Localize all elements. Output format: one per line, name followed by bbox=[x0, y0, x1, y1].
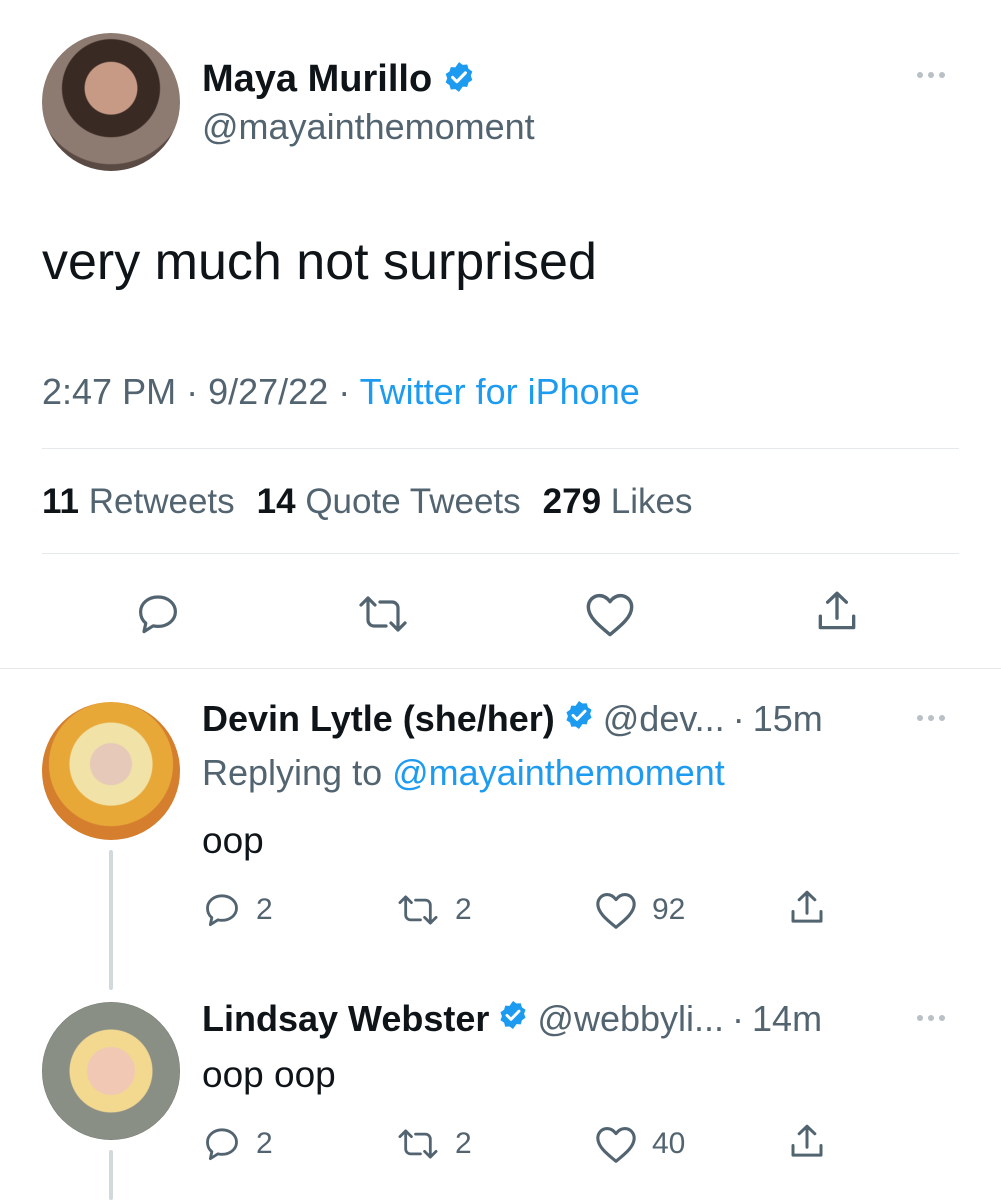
tweet-stats: 11 Retweets 14 Quote Tweets 279 Likes bbox=[42, 482, 693, 522]
retweet-count: 2 bbox=[455, 1127, 472, 1160]
replying-to-label: Replying to bbox=[202, 752, 383, 793]
thread-line bbox=[109, 1150, 113, 1200]
likes-stat[interactable]: 279 Likes bbox=[543, 482, 693, 522]
reply-icon[interactable] bbox=[134, 590, 182, 638]
like-icon[interactable] bbox=[594, 890, 638, 930]
tweet-source-link[interactable]: Twitter for iPhone bbox=[360, 371, 640, 412]
share-icon[interactable] bbox=[786, 1120, 828, 1164]
meta-separator: · bbox=[732, 698, 745, 739]
reply-author-avatar[interactable] bbox=[42, 702, 180, 840]
reply-icon[interactable] bbox=[202, 890, 242, 930]
reply-time[interactable]: 14m bbox=[752, 998, 822, 1040]
reply-author-name[interactable]: Lindsay Webster bbox=[202, 998, 489, 1040]
verified-badge-icon bbox=[563, 698, 595, 740]
reply-author-handle[interactable]: @dev... bbox=[603, 698, 725, 740]
main-author-handle[interactable]: @mayainthemoment bbox=[202, 106, 535, 148]
tweet-meta: 2:47 PM · 9/27/22 · Twitter for iPhone bbox=[42, 371, 640, 413]
like-count: 40 bbox=[652, 1127, 686, 1160]
retweet-count: 2 bbox=[455, 893, 472, 926]
retweet-action[interactable]: 2 bbox=[395, 890, 472, 930]
meta-separator: · bbox=[186, 371, 199, 412]
like-icon[interactable] bbox=[584, 590, 636, 638]
reply-count: 2 bbox=[256, 893, 273, 926]
reply-author-name[interactable]: Devin Lytle (she/her) bbox=[202, 698, 555, 740]
verified-badge-icon bbox=[442, 60, 476, 99]
meta-separator: · bbox=[338, 371, 351, 412]
thread-line bbox=[109, 850, 113, 990]
verified-badge-icon bbox=[497, 998, 529, 1040]
divider bbox=[42, 553, 959, 554]
reply-text: oop bbox=[202, 820, 264, 861]
share-icon[interactable] bbox=[786, 886, 828, 930]
main-author-avatar[interactable] bbox=[42, 33, 180, 171]
reply-action[interactable]: 2 bbox=[202, 890, 273, 930]
retweet-icon[interactable] bbox=[354, 590, 412, 638]
share-icon[interactable] bbox=[812, 586, 862, 638]
reply-time[interactable]: 15m bbox=[753, 698, 823, 740]
reply-author-avatar[interactable] bbox=[42, 1002, 180, 1140]
more-icon[interactable] bbox=[917, 72, 945, 78]
more-icon[interactable] bbox=[917, 1015, 945, 1021]
retweets-stat[interactable]: 11 Retweets bbox=[42, 482, 235, 522]
like-action[interactable]: 40 bbox=[594, 1124, 685, 1164]
reply-author-handle[interactable]: @webbyli... bbox=[537, 998, 724, 1040]
reply-icon[interactable] bbox=[202, 1124, 242, 1164]
replying-to: Replying to @mayainthemoment bbox=[202, 752, 725, 794]
tweet-date: 9/27/22 bbox=[208, 371, 329, 412]
tweet-time: 2:47 PM bbox=[42, 371, 177, 412]
like-icon[interactable] bbox=[594, 1124, 638, 1164]
like-count: 92 bbox=[652, 893, 686, 926]
main-author-name[interactable]: Maya Murillo bbox=[202, 58, 432, 101]
more-icon[interactable] bbox=[917, 715, 945, 721]
retweet-action[interactable]: 2 bbox=[395, 1124, 472, 1164]
reply-action[interactable]: 2 bbox=[202, 1124, 273, 1164]
retweet-icon[interactable] bbox=[395, 890, 441, 930]
divider bbox=[42, 448, 959, 449]
like-action[interactable]: 92 bbox=[594, 890, 685, 930]
reply-count: 2 bbox=[256, 1127, 273, 1160]
reply-text: oop oop bbox=[202, 1054, 336, 1095]
retweet-icon[interactable] bbox=[395, 1124, 441, 1164]
quote-tweets-stat[interactable]: 14 Quote Tweets bbox=[257, 482, 521, 522]
section-divider bbox=[0, 668, 1001, 669]
meta-separator: · bbox=[732, 998, 745, 1039]
replying-to-handle[interactable]: @mayainthemoment bbox=[392, 752, 725, 793]
tweet-text: very much not surprised bbox=[42, 233, 597, 291]
